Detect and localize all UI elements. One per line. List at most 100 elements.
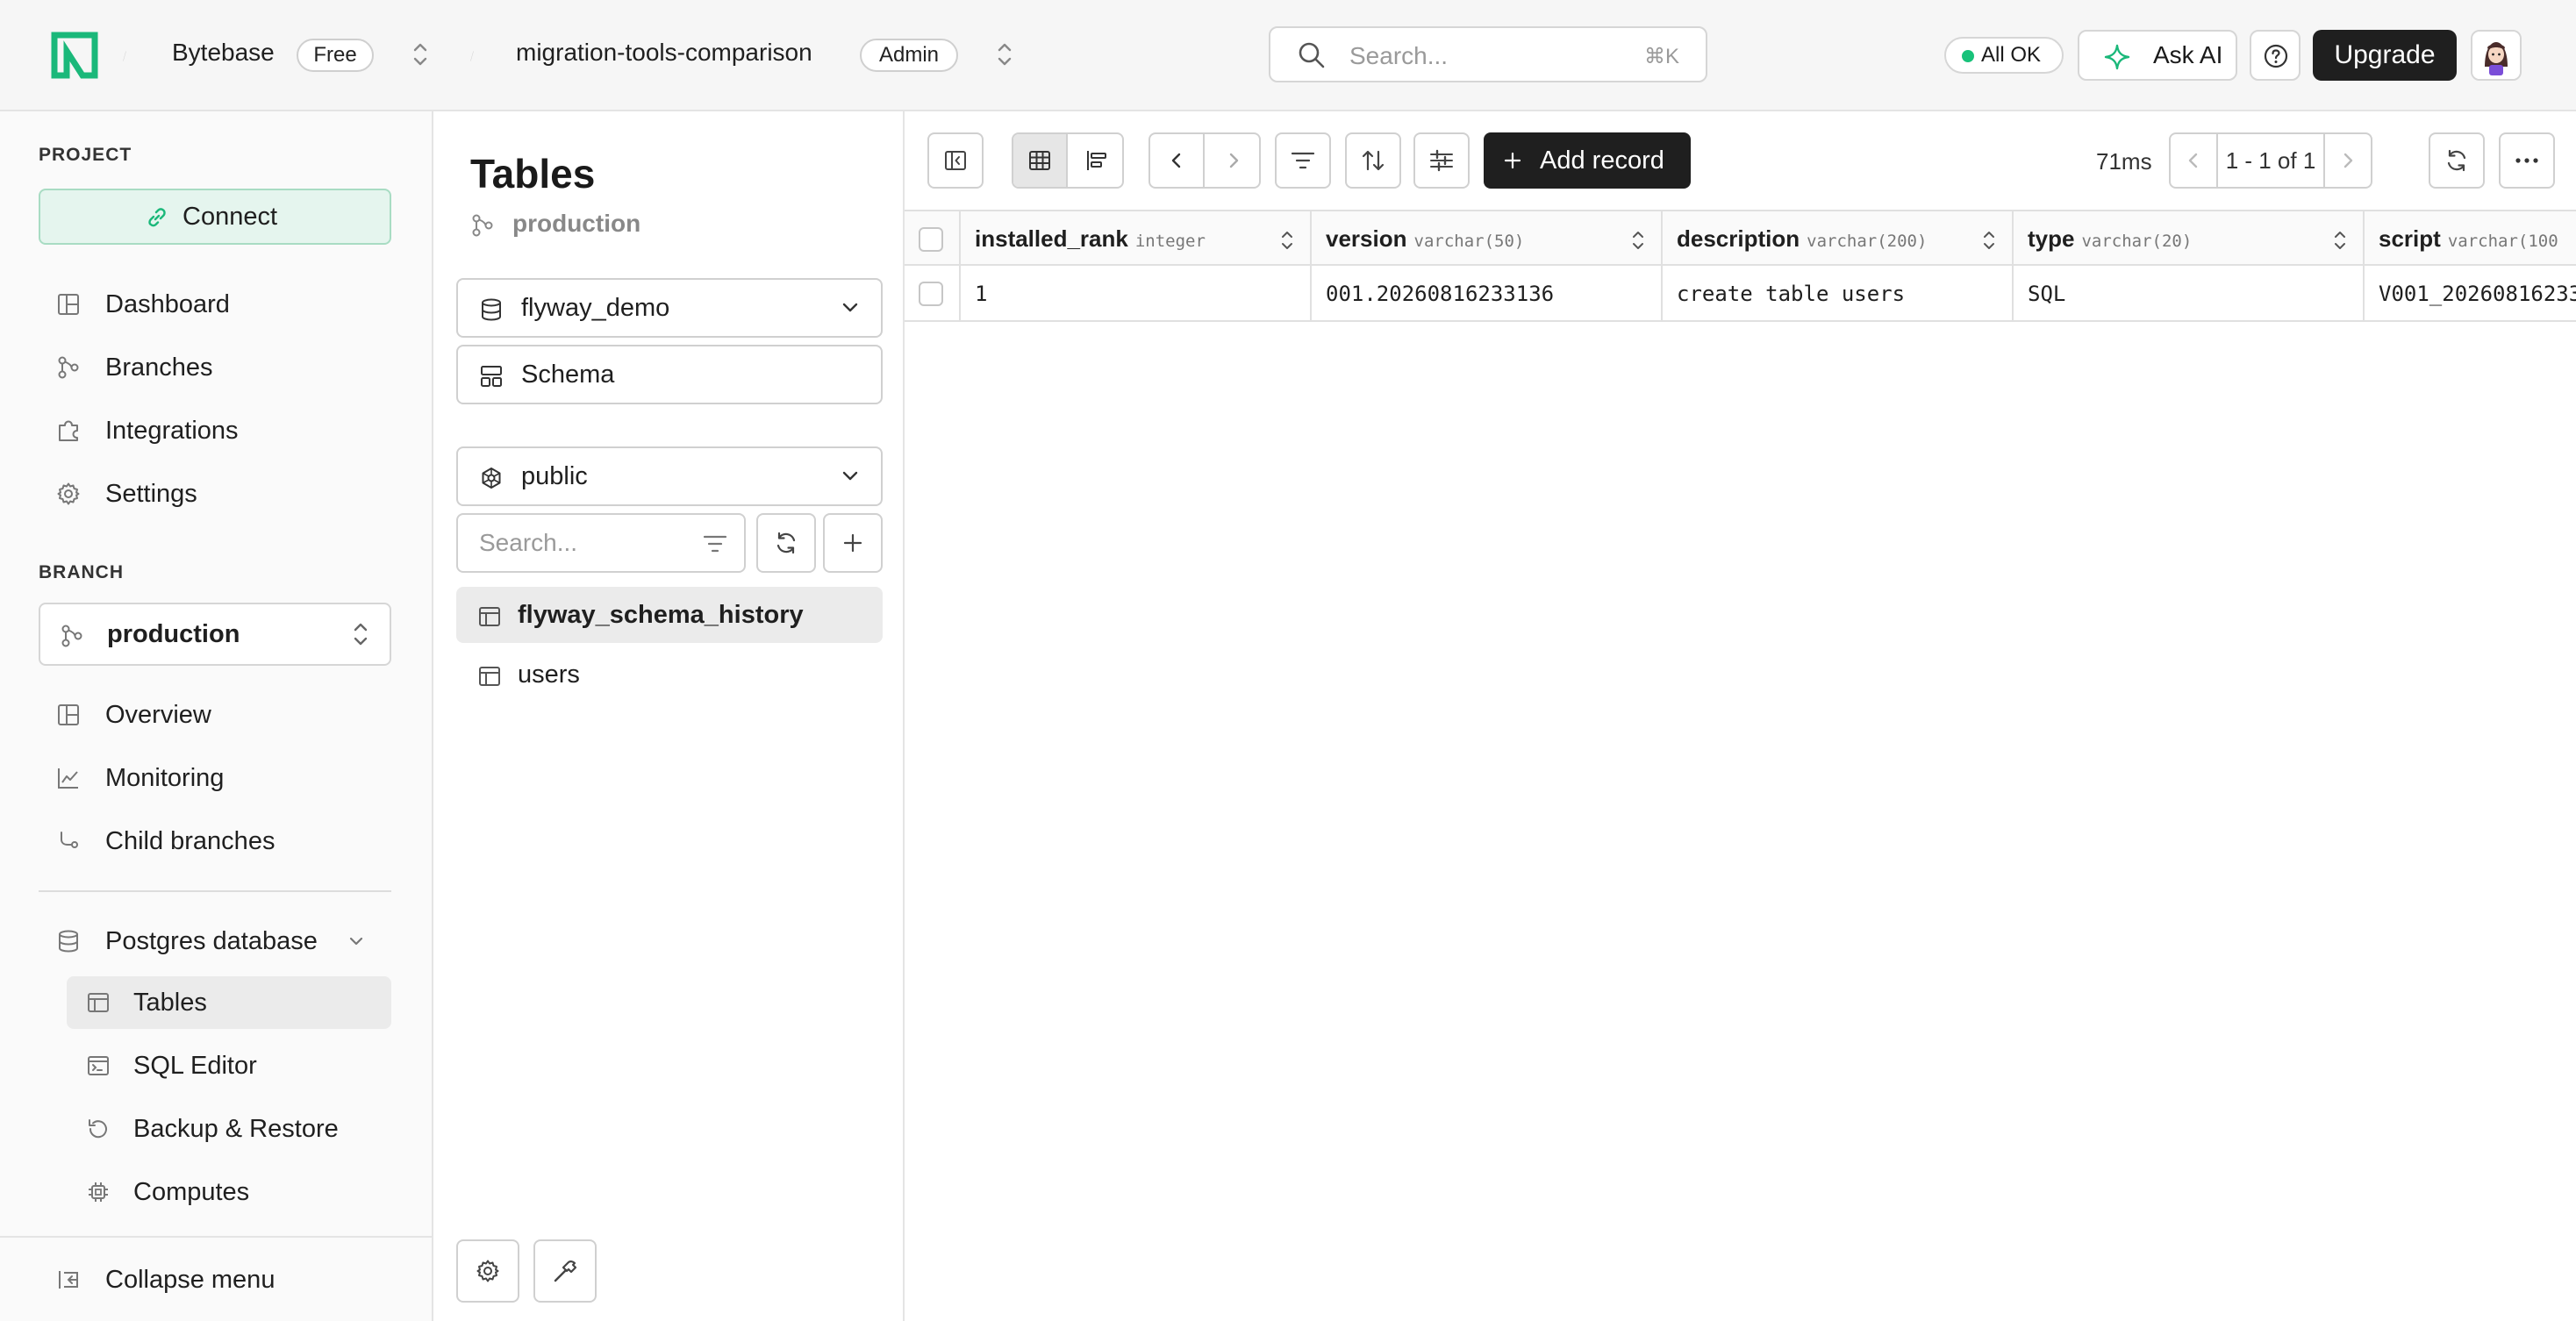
- schema-select[interactable]: public: [456, 446, 883, 506]
- next-page-button[interactable]: [2323, 134, 2371, 187]
- table-cell[interactable]: SQL: [2014, 266, 2365, 320]
- panel-tools-button[interactable]: [533, 1239, 597, 1303]
- sidebar-item-child-branches[interactable]: Child branches: [39, 815, 391, 868]
- sidebar-item-branches[interactable]: Branches: [39, 341, 391, 394]
- sidebar-item-computes[interactable]: Computes: [67, 1166, 391, 1218]
- table-row[interactable]: 1 001.20260816233136 create table users …: [905, 266, 2576, 322]
- previous-page-button[interactable]: [2171, 134, 2218, 187]
- user-avatar[interactable]: [2471, 30, 2522, 81]
- cell-value: create table users: [1677, 282, 1906, 306]
- panel-settings-button[interactable]: [456, 1239, 519, 1303]
- table-cell[interactable]: create table users: [1663, 266, 2014, 320]
- select-all-checkbox[interactable]: [919, 227, 943, 252]
- help-button[interactable]: [2250, 30, 2301, 81]
- table-header-row: installed_rank integer version varchar(50)…: [905, 210, 2576, 266]
- refresh-tables-button[interactable]: [756, 513, 816, 573]
- table-list-item[interactable]: flyway_schema_history: [456, 587, 883, 643]
- chevron-updown-icon: [354, 623, 368, 646]
- sort-toggle-icon[interactable]: [1631, 229, 1645, 252]
- child-branch-icon: [61, 832, 78, 848]
- column-name: type: [2028, 225, 2075, 252]
- schema-select-value: public: [521, 462, 588, 490]
- sidebar-item-label: Backup & Restore: [133, 1115, 339, 1143]
- table-list-item[interactable]: users: [456, 646, 883, 703]
- plus-icon: [1504, 152, 1521, 169]
- schema-button[interactable]: Schema: [456, 345, 883, 404]
- link-icon: [148, 208, 166, 227]
- connect-button[interactable]: Connect: [39, 189, 391, 245]
- chevron-right-icon: [1229, 153, 1239, 168]
- terminal-icon: [88, 1056, 109, 1075]
- global-search-input[interactable]: Search... ⌘K: [1269, 26, 1707, 82]
- columns-settings-button[interactable]: [1413, 132, 1470, 189]
- sidebar-item-label: SQL Editor: [133, 1052, 257, 1080]
- table-search-placeholder: Search...: [479, 529, 578, 556]
- upgrade-button[interactable]: Upgrade: [2313, 30, 2457, 81]
- filter-button[interactable]: [1275, 132, 1331, 189]
- table-cell[interactable]: 001.20260816233136: [1312, 266, 1663, 320]
- previous-record-button[interactable]: [1150, 134, 1205, 187]
- add-table-button[interactable]: [823, 513, 883, 573]
- table-cell[interactable]: 1: [961, 266, 1312, 320]
- page-title: Tables: [470, 151, 596, 196]
- column-type: varchar(200): [1807, 232, 1928, 251]
- more-options-button[interactable]: [2499, 132, 2555, 189]
- column-header[interactable]: version varchar(50): [1312, 211, 1663, 264]
- help-icon: [2264, 44, 2288, 68]
- breadcrumb-separator: [123, 51, 126, 61]
- column-header[interactable]: type varchar(20): [2014, 211, 2365, 264]
- sidebar-item-overview[interactable]: Overview: [39, 689, 391, 741]
- sidebar-panel-icon: [945, 151, 966, 170]
- align-left-icon: [1087, 151, 1106, 170]
- sidebar-item-integrations[interactable]: Integrations: [39, 404, 391, 457]
- sort-toggle-icon[interactable]: [1982, 229, 1996, 252]
- database-select[interactable]: flyway_demo: [456, 278, 883, 338]
- select-all-cell: [905, 211, 961, 264]
- sidebar-item-backup-restore[interactable]: Backup & Restore: [67, 1103, 391, 1155]
- refresh-data-button[interactable]: [2429, 132, 2485, 189]
- gear-icon: [476, 1260, 499, 1282]
- next-record-button[interactable]: [1206, 134, 1259, 187]
- search-shortcut: ⌘K: [1643, 45, 1679, 68]
- sidebar-item-dashboard[interactable]: Dashboard: [39, 278, 391, 331]
- database-group-toggle[interactable]: Postgres database: [39, 915, 391, 968]
- chevron-down-icon: [842, 303, 858, 312]
- sort-toggle-icon[interactable]: [1280, 229, 1294, 252]
- top-bar: Bytebase Free migration-tools-comparison…: [0, 0, 2576, 111]
- sort-button[interactable]: [1345, 132, 1401, 189]
- record-nav-group: [1148, 132, 1261, 189]
- project-switcher-chevron-icon[interactable]: [995, 37, 1014, 72]
- org-name[interactable]: Bytebase: [172, 39, 275, 67]
- chevron-down-icon: [349, 937, 363, 946]
- branch-selector[interactable]: production: [39, 603, 391, 666]
- database-group-label: Postgres database: [105, 927, 318, 955]
- project-name[interactable]: migration-tools-comparison: [516, 39, 812, 67]
- row-checkbox[interactable]: [919, 282, 943, 306]
- schema-icon: [481, 366, 502, 387]
- sort-toggle-icon[interactable]: [2333, 229, 2347, 252]
- collapse-menu-button[interactable]: Collapse menu: [39, 1253, 391, 1306]
- sidebar-item-label: Monitoring: [105, 764, 225, 792]
- table-search-input[interactable]: Search...: [456, 513, 746, 573]
- org-switcher-chevron-icon[interactable]: [411, 37, 430, 72]
- column-header[interactable]: installed_rank integer: [961, 211, 1312, 264]
- form-view-button[interactable]: [1070, 134, 1122, 187]
- toggle-sidebar-button[interactable]: [927, 132, 984, 189]
- bytebase-logo-icon[interactable]: [51, 32, 98, 79]
- dashboard-icon: [58, 294, 79, 315]
- add-record-button[interactable]: Add record: [1484, 132, 1691, 189]
- ask-ai-button[interactable]: Ask AI: [2078, 30, 2237, 81]
- sidebar-item-tables[interactable]: Tables: [67, 976, 391, 1029]
- more-horizontal-icon: [2515, 158, 2538, 163]
- ask-ai-label: Ask AI: [2153, 41, 2223, 68]
- sidebar-item-sql-editor[interactable]: SQL Editor: [67, 1039, 391, 1092]
- filter-icon[interactable]: [702, 532, 728, 555]
- column-header[interactable]: script varchar(100: [2365, 211, 2576, 264]
- sidebar-item-settings[interactable]: Settings: [39, 468, 391, 520]
- grid-view-button[interactable]: [1013, 134, 1068, 187]
- status-badge[interactable]: All OK: [1944, 37, 2064, 74]
- column-header[interactable]: description varchar(200): [1663, 211, 2014, 264]
- sidebar-item-monitoring[interactable]: Monitoring: [39, 752, 391, 804]
- table-cell[interactable]: V001_20260816233: [2365, 266, 2576, 320]
- chevron-down-icon: [842, 471, 858, 481]
